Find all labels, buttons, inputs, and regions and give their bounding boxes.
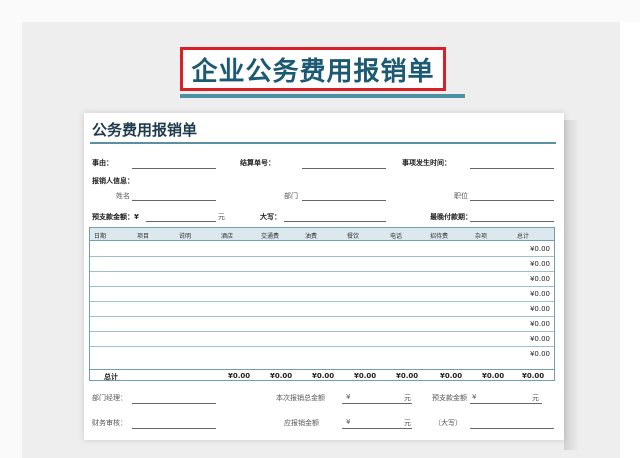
row-total: ¥0.00 <box>529 290 550 298</box>
applicant-info-label: 报销人信息： <box>92 177 134 185</box>
total-entertain: ¥0.00 <box>440 372 463 380</box>
total-fuel: ¥0.00 <box>312 372 335 380</box>
settle-no-label: 结算单号： <box>240 159 275 167</box>
row-total: ¥0.00 <box>529 320 550 328</box>
uppercase-field[interactable] <box>284 221 386 222</box>
event-time-field[interactable] <box>470 168 554 169</box>
yuan-2: 元 <box>532 394 539 402</box>
header-meals: 餐饮 <box>347 233 360 240</box>
finance-field[interactable] <box>132 428 216 429</box>
row-total: ¥0.00 <box>529 305 550 313</box>
advance-label: 预支款金额 <box>432 394 467 402</box>
total-label: 总计 <box>104 373 118 381</box>
title-rule <box>90 142 556 144</box>
sheet-shadow <box>564 120 580 450</box>
total-transport: ¥0.00 <box>270 372 293 380</box>
settle-no-field[interactable] <box>302 168 386 169</box>
sheet-title: 公务费用报销单 <box>92 121 198 139</box>
dept-label: 部门 <box>284 192 298 200</box>
left-margin <box>0 0 22 458</box>
top-margin <box>0 0 640 22</box>
this-total-field[interactable] <box>342 403 412 404</box>
name-label: 姓名 <box>116 192 130 200</box>
header-hotel: 酒店 <box>221 233 234 240</box>
position-label: 职位 <box>454 192 468 200</box>
banner-title: 企业公务费用报销单 <box>191 56 435 87</box>
banner-box: 企业公务费用报销单 <box>180 47 446 91</box>
header-transport: 交通费 <box>261 233 280 240</box>
row-total: ¥0.00 <box>529 335 550 343</box>
name-field[interactable] <box>132 200 216 201</box>
dept-manager-field[interactable] <box>132 403 216 404</box>
reason-field[interactable] <box>132 168 216 169</box>
advance-amount-field[interactable] <box>146 221 216 222</box>
uppercase-footer-label: （大写） <box>434 419 462 427</box>
total-misc: ¥0.00 <box>482 372 505 380</box>
reason-label: 事由： <box>92 159 113 167</box>
row-total: ¥0.00 <box>529 245 550 253</box>
row-divider <box>90 256 554 257</box>
yen-1: ¥ <box>346 393 351 401</box>
dept-manager-label: 部门经理： <box>92 394 127 402</box>
advance-field[interactable] <box>470 403 542 404</box>
row-total: ¥0.00 <box>529 275 550 283</box>
row-divider <box>90 271 554 272</box>
expense-sheet: 公务费用报销单 事由： 结算单号： 事项发生时间： 报销人信息： 姓名 部门 职… <box>84 113 564 440</box>
row-divider <box>90 301 554 302</box>
latest-pay-date-label: 最晚付款期： <box>430 213 472 221</box>
header-desc: 说明 <box>179 233 192 240</box>
uppercase-footer-field[interactable] <box>470 428 554 429</box>
header-total: 总计 <box>517 233 530 240</box>
row-divider <box>90 331 554 332</box>
yuan-label: 元 <box>218 213 225 221</box>
row-total: ¥0.00 <box>529 260 550 268</box>
uppercase-label: 大写： <box>260 213 281 221</box>
due-field[interactable] <box>342 428 412 429</box>
position-field[interactable] <box>470 200 554 201</box>
header-phone: 电话 <box>390 233 403 240</box>
event-time-label: 事项发生时间： <box>402 159 451 167</box>
yen-2: ¥ <box>472 393 477 401</box>
row-divider <box>90 316 554 317</box>
yen-3: ¥ <box>346 418 351 426</box>
table-total-row: 总计 ¥0.00 ¥0.00 ¥0.00 ¥0.00 ¥0.00 ¥0.00 ¥… <box>90 369 554 381</box>
due-label: 应报销金额 <box>284 419 319 427</box>
header-entertain: 招待费 <box>430 233 449 240</box>
table-header: 日期 项目 说明 酒店 交通费 油费 餐饮 电话 招待费 杂项 总计 <box>90 228 554 241</box>
header-item: 项目 <box>137 233 150 240</box>
header-misc: 杂项 <box>475 233 488 240</box>
row-divider <box>90 346 554 347</box>
total-phone: ¥0.00 <box>396 372 419 380</box>
header-date: 日期 <box>94 233 107 240</box>
latest-pay-date-field[interactable] <box>470 221 554 222</box>
total-hotel: ¥0.00 <box>228 372 251 380</box>
header-fuel: 油费 <box>305 233 318 240</box>
expense-table: 日期 项目 说明 酒店 交通费 油费 餐饮 电话 招待费 杂项 总计 ¥0.00… <box>89 227 555 381</box>
this-total-label: 本次报销总金额 <box>276 394 325 402</box>
yuan-1: 元 <box>404 394 411 402</box>
dept-field[interactable] <box>302 200 386 201</box>
total-meals: ¥0.00 <box>354 372 377 380</box>
row-total: ¥0.00 <box>529 350 550 358</box>
banner-underline <box>180 94 465 98</box>
finance-label: 财务审核： <box>92 419 127 427</box>
row-divider <box>90 286 554 287</box>
yuan-3: 元 <box>404 419 411 427</box>
total-grand: ¥0.00 <box>522 372 545 380</box>
advance-amount-label: 预支款金额：¥ <box>92 213 139 221</box>
